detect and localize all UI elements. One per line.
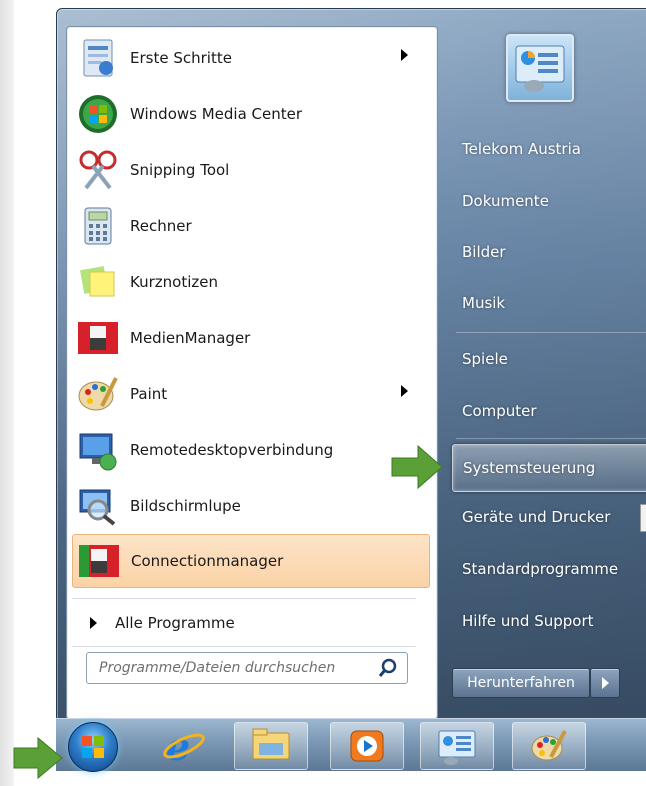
link-label: Computer (462, 402, 537, 420)
media-center-icon (76, 92, 120, 136)
divider (72, 598, 416, 599)
shutdown-button[interactable]: Herunterfahren (452, 668, 590, 698)
program-snipping-tool[interactable]: Snipping Tool (72, 144, 428, 196)
link-hilfe-und-support[interactable]: Hilfe und Support (452, 598, 646, 644)
control-panel-icon (438, 730, 476, 765)
media-player-icon (350, 730, 384, 762)
program-connectionmanager[interactable]: Connectionmanager (72, 534, 430, 588)
control-panel-icon (515, 45, 565, 92)
program-paint[interactable]: Paint (72, 368, 428, 420)
taskbar-internet-explorer[interactable]: e (160, 724, 208, 769)
taskbar-media-player[interactable] (330, 722, 404, 770)
link-standardprogramme[interactable]: Standardprogramme (452, 546, 646, 592)
pointer-arrow-icon (391, 444, 443, 490)
program-label: Paint (130, 385, 168, 403)
link-bilder[interactable]: Bilder (452, 229, 646, 275)
magnifier-icon (76, 484, 120, 528)
start-orb-icon (82, 736, 104, 758)
link-label: Geräte und Drucker (462, 508, 611, 526)
program-kurznotizen[interactable]: Kurznotizen (72, 256, 428, 308)
left-border-strip (0, 0, 14, 786)
user-picture[interactable] (506, 34, 574, 102)
program-label: Snipping Tool (130, 161, 230, 179)
submenu-arrow-icon (401, 49, 408, 61)
link-computer[interactable]: Computer (452, 388, 646, 434)
telekom-austria-icon (77, 539, 121, 583)
pointer-arrow-icon (13, 736, 63, 780)
program-label: Remotedesktopverbindung (130, 441, 334, 459)
search-input[interactable] (97, 659, 377, 677)
link-dokumente[interactable]: Dokumente (452, 178, 646, 224)
link-label: Spiele (462, 350, 508, 368)
program-label: Erste Schritte (130, 49, 232, 67)
program-medienmanager[interactable]: MedienManager (72, 312, 428, 364)
program-label: Bildschirmlupe (130, 497, 241, 515)
taskbar-control-panel[interactable] (420, 722, 494, 770)
link-label: Bilder (462, 243, 506, 261)
divider (72, 646, 416, 647)
link-musik[interactable]: Musik (452, 280, 646, 326)
getting-started-icon (76, 36, 120, 80)
link-geraete-und-drucker[interactable]: Geräte und Drucker (452, 494, 646, 540)
link-label: Dokumente (462, 192, 549, 210)
program-label: Connectionmanager (131, 552, 284, 570)
devices-flyout-edge (640, 504, 646, 532)
expand-arrow-icon (90, 617, 97, 629)
remote-desktop-icon (76, 428, 120, 472)
telekom-austria-icon (76, 316, 120, 360)
start-button[interactable] (68, 722, 118, 772)
divider (456, 332, 646, 333)
search-icon[interactable] (377, 657, 399, 679)
program-windows-media-center[interactable]: Windows Media Center (72, 88, 428, 140)
all-programs-button[interactable]: Alle Programme (72, 603, 428, 643)
windows-explorer-icon (252, 728, 290, 760)
link-label: Systemsteuerung (463, 459, 596, 477)
link-systemsteuerung[interactable]: Systemsteuerung (452, 444, 646, 492)
program-label: Windows Media Center (130, 105, 303, 123)
paint-palette-icon (76, 372, 120, 416)
program-label: MedienManager (130, 329, 251, 347)
program-label: Rechner (130, 217, 192, 235)
program-rechner[interactable]: Rechner (72, 200, 428, 252)
snipping-tool-icon (76, 148, 120, 192)
all-programs-label: Alle Programme (115, 614, 235, 632)
search-box[interactable] (86, 652, 408, 684)
sticky-notes-icon (76, 260, 120, 304)
calculator-icon (76, 204, 120, 248)
program-label: Kurznotizen (130, 273, 218, 291)
shutdown-options-button[interactable] (590, 668, 620, 698)
link-label: Telekom Austria (462, 140, 581, 158)
taskbar-paint[interactable] (512, 722, 586, 770)
paint-palette-icon (531, 730, 567, 761)
program-bildschirmlupe[interactable]: Bildschirmlupe (72, 480, 428, 532)
link-label: Musik (462, 294, 506, 312)
program-erste-schritte[interactable]: Erste Schritte (72, 32, 428, 84)
link-label: Hilfe und Support (462, 612, 594, 630)
link-telekom-austria[interactable]: Telekom Austria (452, 126, 646, 172)
taskbar-windows-explorer[interactable] (234, 722, 308, 770)
submenu-arrow-icon (401, 385, 408, 397)
link-spiele[interactable]: Spiele (452, 336, 646, 382)
divider (456, 438, 646, 439)
link-label: Standardprogramme (462, 560, 619, 578)
program-remotedesktop[interactable]: Remotedesktopverbindung (72, 424, 428, 476)
internet-explorer-icon: e (163, 724, 205, 769)
